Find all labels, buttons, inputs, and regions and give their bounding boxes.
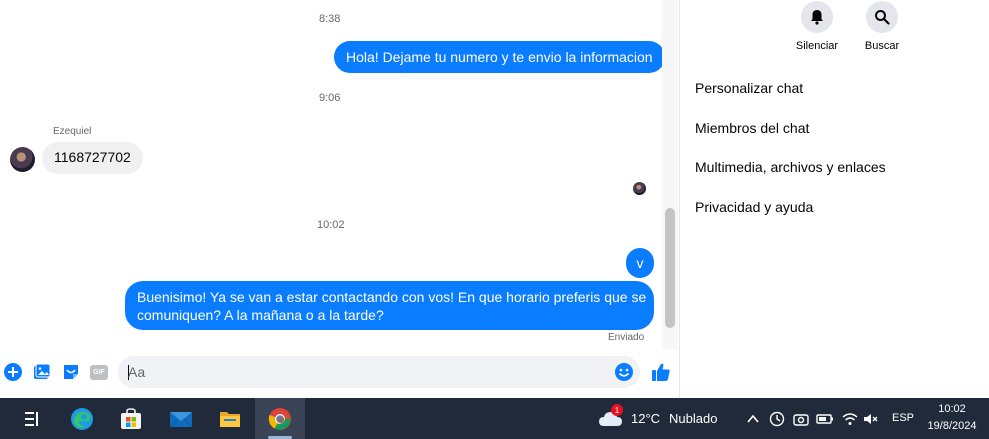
plus-circle-icon[interactable] (3, 362, 23, 382)
outgoing-message[interactable]: Buenisimo! Ya se van a estar contactando… (125, 281, 654, 330)
message-input[interactable] (128, 356, 608, 388)
emoji-icon[interactable] (614, 362, 634, 382)
read-receipt-avatar (633, 182, 646, 195)
meet-now-icon[interactable] (768, 410, 786, 428)
search-label: Buscar (864, 40, 900, 52)
message-input-box[interactable] (118, 356, 640, 388)
clock-time[interactable]: 10:02 (926, 403, 978, 415)
file-explorer-icon[interactable] (215, 404, 245, 434)
like-icon[interactable] (650, 361, 672, 383)
mail-icon[interactable] (166, 404, 196, 434)
composer: GIF (0, 350, 680, 398)
outgoing-message[interactable]: Hola! Dejame tu numero y te envio la inf… (334, 41, 662, 73)
message-text: Hola! Dejame tu numero y te envio la inf… (346, 49, 653, 65)
timestamp: 9:06 (319, 92, 341, 104)
chat-pane: 8:38 Hola! Dejame tu numero y te envio l… (0, 0, 680, 398)
messenger-window: 8:38 Hola! Dejame tu numero y te envio l… (0, 0, 989, 439)
language-indicator[interactable]: ESP (892, 412, 914, 424)
avatar[interactable] (10, 147, 35, 172)
sent-status: Enviado (608, 332, 645, 343)
menu-item-media-files-links[interactable]: Multimedia, archivos y enlaces (695, 159, 886, 175)
image-icon[interactable] (32, 362, 52, 382)
task-view-icon[interactable] (17, 404, 47, 434)
chrome-icon[interactable] (265, 404, 295, 434)
bell-icon[interactable] (801, 1, 833, 33)
menu-item-privacy-help[interactable]: Privacidad y ayuda (695, 199, 813, 215)
battery-icon[interactable] (816, 410, 834, 428)
search-icon[interactable] (866, 1, 898, 33)
search-action[interactable]: Buscar (852, 0, 912, 52)
windows-taskbar: 1 12°C Nublado ESP 10:02 19/8/2024 (0, 398, 989, 439)
edge-icon[interactable] (67, 404, 97, 434)
timestamp: 8:38 (319, 13, 341, 25)
chevron-up-icon[interactable] (744, 410, 762, 428)
volume-muted-icon[interactable] (862, 410, 880, 428)
scrollbar-thumb[interactable] (665, 208, 675, 328)
menu-item-chat-members[interactable]: Miembros del chat (695, 120, 809, 136)
mute-action[interactable]: Silenciar (787, 0, 847, 52)
weather-condition[interactable]: Nublado (669, 411, 717, 426)
camera-icon[interactable] (792, 410, 810, 428)
sticker-icon[interactable] (61, 362, 81, 382)
clock-date[interactable]: 19/8/2024 (924, 420, 980, 432)
gif-icon[interactable]: GIF (89, 362, 109, 382)
wifi-icon[interactable] (841, 410, 859, 428)
mute-label: Silenciar (795, 40, 839, 52)
scrollbar[interactable] (662, 0, 678, 350)
message-text: v (636, 255, 644, 271)
weather-badge: 1 (611, 404, 623, 416)
message-text-line: comuniquen? A la mañana o a la tarde? (137, 307, 384, 323)
store-icon[interactable] (116, 404, 146, 434)
message-text: 1168727702 (54, 149, 131, 165)
incoming-message[interactable]: 1168727702 (42, 142, 143, 174)
timestamp: 10:02 (317, 219, 345, 231)
outgoing-message[interactable]: v (626, 248, 654, 278)
message-text-line: Buenisimo! Ya se van a estar contactando… (137, 289, 647, 305)
menu-item-customize-chat[interactable]: Personalizar chat (695, 80, 803, 96)
gif-label: GIF (90, 364, 108, 380)
sender-name: Ezequiel (53, 126, 92, 137)
chat-info-panel: Silenciar Buscar Personalizar chat Miemb… (680, 0, 989, 398)
weather-temp[interactable]: 12°C (631, 411, 660, 426)
message-list[interactable]: 8:38 Hola! Dejame tu numero y te envio l… (0, 0, 662, 350)
weather-cloud-icon[interactable]: 1 (598, 404, 624, 429)
